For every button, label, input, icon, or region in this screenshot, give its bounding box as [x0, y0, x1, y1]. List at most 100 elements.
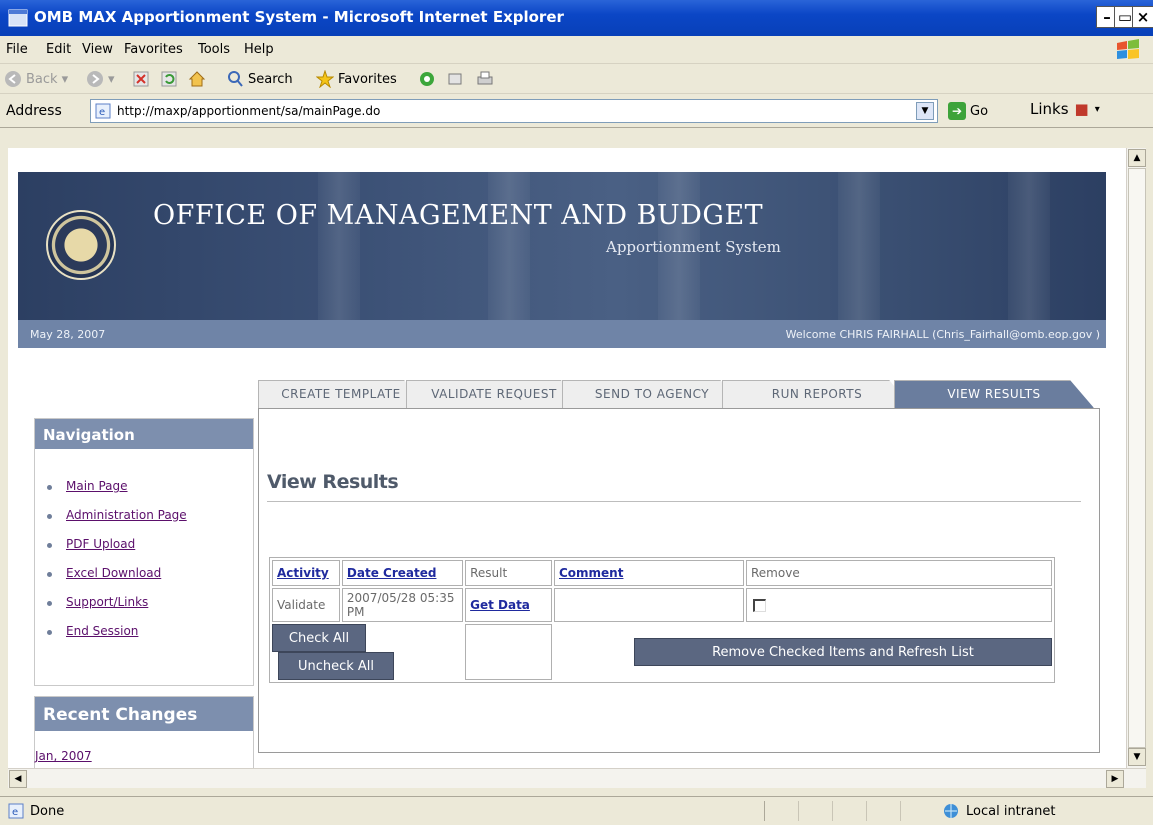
printer-icon [477, 71, 493, 85]
tab-validate-request[interactable]: VALIDATE REQUEST [406, 380, 582, 408]
horizontal-scrollbar[interactable]: ◀ ▶ [8, 768, 1146, 788]
back-arrow-icon [5, 71, 21, 87]
navigation-panel: Navigation Main Page Administration Page… [34, 418, 254, 686]
search-button[interactable]: Search [226, 70, 293, 88]
nav-item-administration: Administration Page [45, 508, 253, 537]
refresh-icon [161, 71, 177, 87]
get-data-link[interactable]: Get Data [470, 598, 530, 612]
window-title-bar[interactable]: OMB MAX Apportionment System - Microsoft… [0, 0, 1153, 36]
menu-edit[interactable]: Edit [46, 42, 71, 57]
uncheck-all-button[interactable]: Uncheck All [278, 652, 394, 680]
remove-button-cell: Remove Checked Items and Refresh List [554, 624, 1052, 680]
tab-run-reports[interactable]: RUN REPORTS [722, 380, 912, 408]
nav-link[interactable]: PDF Upload [66, 537, 135, 551]
menu-favorites[interactable]: Favorites [124, 42, 183, 57]
address-bar: Address e http://maxp/apportionment/sa/m… [0, 94, 1153, 128]
nav-link[interactable]: Main Page [66, 479, 128, 493]
menu-bar: File Edit View Favorites Tools Help [0, 36, 1153, 64]
links-button[interactable]: Links ■ ▾ [1030, 100, 1100, 118]
check-all-button[interactable]: Check All [272, 624, 366, 652]
favorites-button[interactable]: Favorites [316, 70, 397, 88]
refresh-button[interactable] [160, 70, 178, 88]
status-divider [764, 801, 934, 821]
banner-subtitle: Apportionment System [606, 238, 781, 256]
windows-logo-icon [1117, 39, 1139, 59]
empty-cell [465, 624, 552, 680]
results-table: Activity Date Created Result Comment Rem… [269, 557, 1055, 683]
header-result: Result [465, 560, 552, 586]
nav-link[interactable]: End Session [66, 624, 138, 638]
address-label: Address [6, 103, 62, 119]
view-results-panel: View Results Activity Date Created Resul… [258, 408, 1100, 753]
history-button[interactable] [446, 70, 464, 88]
intranet-zone-icon [944, 804, 958, 818]
navigation-title: Navigation [35, 419, 253, 449]
scroll-thumb[interactable] [1128, 168, 1146, 748]
nav-link[interactable]: Support/Links [66, 595, 148, 609]
stop-button[interactable] [132, 70, 150, 88]
check-buttons-cell: Check All Uncheck All [272, 624, 463, 680]
home-icon [188, 71, 206, 87]
menu-view[interactable]: View [82, 42, 113, 57]
remove-checked-button[interactable]: Remove Checked Items and Refresh List [633, 638, 1052, 666]
cell-remove [746, 588, 1052, 622]
close-button[interactable]: × [1132, 6, 1153, 28]
go-button[interactable]: ➔ Go [948, 102, 988, 120]
scroll-left-icon[interactable]: ◀ [9, 770, 27, 788]
banner-date: May 28, 2007 [30, 328, 106, 341]
tab-view-results[interactable]: VIEW RESULTS [894, 380, 1094, 408]
scroll-right-icon[interactable]: ▶ [1106, 770, 1124, 788]
vertical-scrollbar[interactable]: ▲ ▼ [1126, 148, 1146, 768]
table-button-row: Check All Uncheck All Remove Checked Ite… [272, 624, 1052, 680]
media-button[interactable] [418, 70, 436, 88]
header-remove: Remove [746, 560, 1052, 586]
bullet-icon [47, 630, 52, 635]
ie-page-icon: e [95, 103, 111, 119]
address-field[interactable]: e http://maxp/apportionment/sa/mainPage.… [90, 99, 938, 123]
nav-item-main-page: Main Page [45, 479, 253, 508]
table-row: Validate 2007/05/28 05:35 PM Get Data [272, 588, 1052, 622]
address-url: http://maxp/apportionment/sa/mainPage.do [117, 104, 381, 118]
scroll-up-icon[interactable]: ▲ [1128, 149, 1146, 167]
svg-text:e: e [99, 107, 105, 118]
page-viewport: OFFICE OF MANAGEMENT AND BUDGET Apportio… [8, 148, 1126, 768]
status-text: Done [30, 804, 65, 819]
window-title: OMB MAX Apportionment System - Microsoft… [34, 8, 564, 26]
bullet-icon [47, 485, 52, 490]
menu-file[interactable]: File [6, 42, 28, 57]
ie-status-icon: e [8, 803, 24, 819]
page-title: View Results [267, 471, 399, 493]
back-button[interactable]: Back ▾ [4, 70, 68, 88]
omb-banner: OFFICE OF MANAGEMENT AND BUDGET Apportio… [18, 172, 1106, 320]
header-comment[interactable]: Comment [553, 560, 744, 586]
menu-help[interactable]: Help [244, 42, 274, 57]
security-zone-label: Local intranet [966, 804, 1056, 819]
cell-comment [553, 588, 744, 622]
title-divider [267, 501, 1081, 502]
star-icon [316, 70, 334, 88]
banner-info-strip: May 28, 2007 Welcome CHRIS FAIRHALL (Chr… [18, 320, 1106, 348]
recent-change-link[interactable]: Jan, 2007 [35, 731, 253, 763]
header-date-created[interactable]: Date Created [341, 560, 464, 586]
svg-text:e: e [12, 807, 18, 818]
tab-create-template[interactable]: CREATE TEMPLATE [258, 380, 424, 408]
media-icon [420, 72, 434, 86]
nav-link[interactable]: Administration Page [66, 508, 187, 522]
print-button[interactable] [476, 70, 494, 88]
welcome-message: Welcome CHRIS FAIRHALL (Chris_Fairhall@o… [785, 328, 1100, 341]
nav-link[interactable]: Excel Download [66, 566, 161, 580]
bullet-icon [47, 514, 52, 519]
home-button[interactable] [188, 70, 206, 88]
address-dropdown-arrow[interactable]: ▼ [916, 102, 934, 120]
header-activity[interactable]: Activity [272, 560, 340, 586]
forward-button[interactable]: ▾ [86, 70, 115, 88]
scroll-down-icon[interactable]: ▼ [1128, 748, 1146, 766]
bullet-icon [47, 601, 52, 606]
links-chevron-icon: ▾ [1094, 103, 1100, 115]
banner-title: OFFICE OF MANAGEMENT AND BUDGET [153, 200, 764, 231]
menu-tools[interactable]: Tools [198, 42, 230, 57]
tab-send-to-agency[interactable]: SEND TO AGENCY [562, 380, 742, 408]
nav-item-pdf-upload: PDF Upload [45, 537, 253, 566]
remove-checkbox[interactable] [753, 598, 766, 612]
cell-activity: Validate [272, 588, 340, 622]
